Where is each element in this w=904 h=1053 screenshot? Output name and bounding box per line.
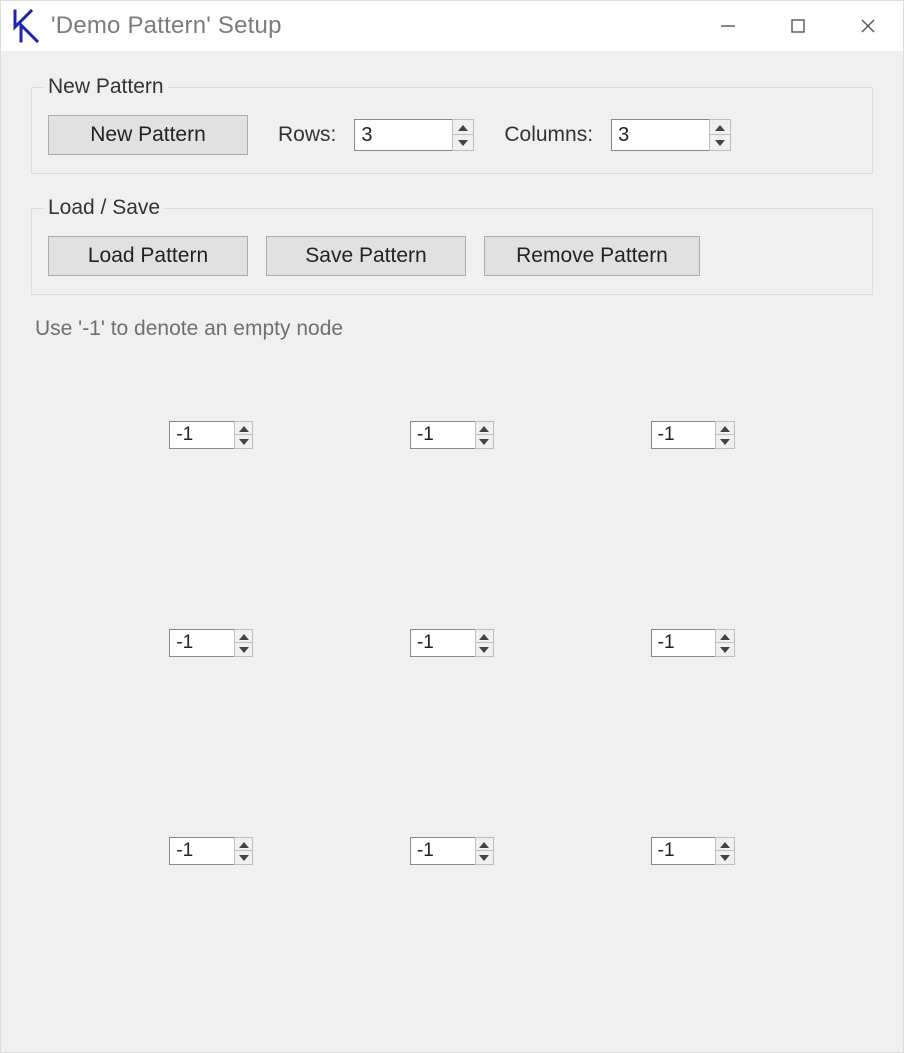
rows-label: Rows: bbox=[278, 123, 336, 147]
window-title: 'Demo Pattern' Setup bbox=[51, 12, 282, 40]
cell-1-0-step-down[interactable] bbox=[234, 642, 253, 657]
columns-step-down[interactable] bbox=[709, 134, 731, 151]
remove-pattern-button[interactable]: Remove Pattern bbox=[484, 236, 700, 276]
cell-1-2-stepper[interactable] bbox=[651, 629, 735, 657]
cell-0-0-input[interactable] bbox=[170, 422, 234, 448]
cell-1-0-stepper[interactable] bbox=[169, 629, 253, 657]
group-new-pattern: New Pattern New Pattern Rows: Columns: bbox=[31, 75, 873, 174]
rows-input[interactable] bbox=[355, 120, 452, 150]
cell-2-2-step-down[interactable] bbox=[715, 850, 734, 865]
cell-1-0-input[interactable] bbox=[170, 630, 234, 656]
maximize-button[interactable] bbox=[763, 1, 833, 51]
save-pattern-button[interactable]: Save Pattern bbox=[266, 236, 466, 276]
minimize-button[interactable] bbox=[693, 1, 763, 51]
cell-0-0-stepper[interactable] bbox=[169, 421, 253, 449]
cell-2-2-input[interactable] bbox=[652, 838, 716, 864]
rows-step-down[interactable] bbox=[452, 134, 474, 151]
cell-2-0-input[interactable] bbox=[170, 838, 234, 864]
group-load-save: Load / Save Load Pattern Save Pattern Re… bbox=[31, 196, 873, 295]
cell-1-1-step-down[interactable] bbox=[475, 642, 494, 657]
cell-1-1-input[interactable] bbox=[411, 630, 475, 656]
cell-0-2-step-down[interactable] bbox=[715, 434, 734, 449]
cell-1-2-input[interactable] bbox=[652, 630, 716, 656]
columns-stepper[interactable] bbox=[611, 119, 731, 151]
close-button[interactable] bbox=[833, 1, 903, 51]
pattern-grid bbox=[31, 421, 873, 865]
cell-0-0-step-down[interactable] bbox=[234, 434, 253, 449]
title-bar: 'Demo Pattern' Setup bbox=[1, 1, 903, 51]
cell-0-1-step-down[interactable] bbox=[475, 434, 494, 449]
group-load-save-legend: Load / Save bbox=[44, 196, 164, 220]
load-pattern-button[interactable]: Load Pattern bbox=[48, 236, 248, 276]
rows-stepper[interactable] bbox=[354, 119, 474, 151]
app-icon bbox=[9, 9, 43, 43]
cell-2-1-step-down[interactable] bbox=[475, 850, 494, 865]
cell-2-0-step-down[interactable] bbox=[234, 850, 253, 865]
cell-1-2-step-down[interactable] bbox=[715, 642, 734, 657]
cell-2-0-stepper[interactable] bbox=[169, 837, 253, 865]
columns-label: Columns: bbox=[504, 123, 593, 147]
cell-2-1-stepper[interactable] bbox=[410, 837, 494, 865]
cell-2-1-input[interactable] bbox=[411, 838, 475, 864]
cell-0-2-input[interactable] bbox=[652, 422, 716, 448]
columns-input[interactable] bbox=[612, 120, 709, 150]
group-new-pattern-legend: New Pattern bbox=[44, 75, 168, 99]
hint-text: Use '-1' to denote an empty node bbox=[35, 317, 873, 341]
client-area: New Pattern New Pattern Rows: Columns: bbox=[1, 51, 903, 1052]
cell-0-1-stepper[interactable] bbox=[410, 421, 494, 449]
cell-1-1-stepper[interactable] bbox=[410, 629, 494, 657]
new-pattern-button[interactable]: New Pattern bbox=[48, 115, 248, 155]
cell-2-2-stepper[interactable] bbox=[651, 837, 735, 865]
cell-0-2-stepper[interactable] bbox=[651, 421, 735, 449]
cell-0-1-input[interactable] bbox=[411, 422, 475, 448]
